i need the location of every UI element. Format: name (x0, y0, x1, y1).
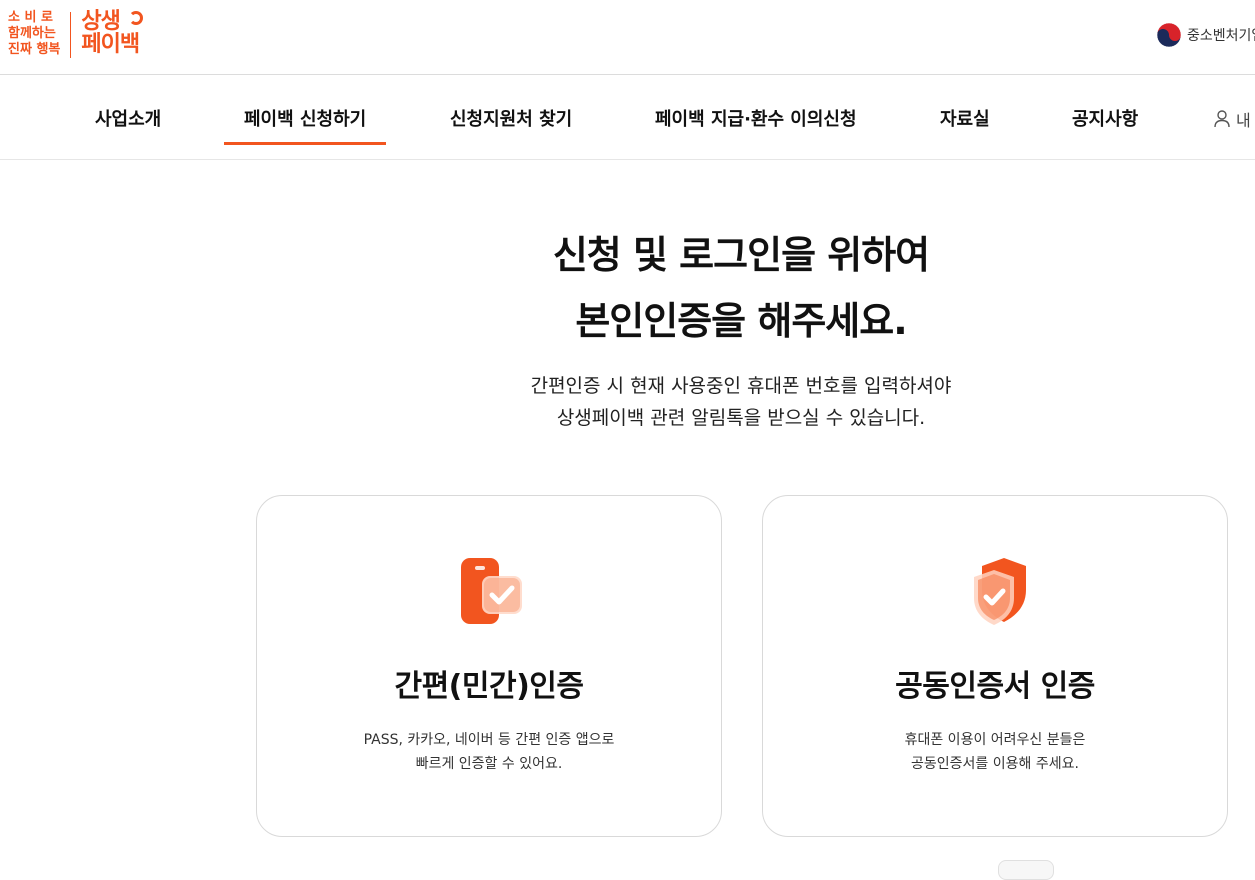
my-page-label: 내 (1236, 111, 1251, 130)
page-subtitle: 간편인증 시 현재 사용중인 휴대폰 번호를 입력하셔야 상생페이백 관련 알림… (0, 370, 1255, 434)
simple-auth-title: 간편(민간)인증 (394, 669, 584, 704)
nav-item-apply[interactable]: 페이백 신청하기 (223, 105, 387, 145)
page-title-line: 신청 및 로그인을 위하여 (552, 233, 930, 277)
simple-auth-desc-line: PASS, 카카오, 네이버 등 간편 인증 앱으로 (363, 732, 615, 748)
certificate-auth-card[interactable]: 공동인증서 인증 휴대폰 이용이 어려우신 분들은 공동인증서를 이용해 주세요… (762, 495, 1228, 837)
logo-divider (70, 12, 72, 58)
korea-emblem-icon (1156, 22, 1182, 48)
simple-auth-description: PASS, 카카오, 네이버 등 간편 인증 앱으로 빠르게 인증할 수 있어요… (257, 728, 721, 776)
slogan-line: 함께하는 (8, 26, 56, 41)
nav-item-library[interactable]: 자료실 (940, 105, 990, 131)
site-logo[interactable]: 소 비 로 함께하는 진짜 행복 상생 페이백 (8, 10, 144, 62)
mobile-check-icon (461, 558, 522, 624)
scroll-top-button[interactable] (998, 860, 1054, 880)
ministry-link[interactable]: 중소벤처기업 (1156, 22, 1255, 48)
logo-slogan: 소 비 로 함께하는 진짜 행복 (8, 10, 60, 58)
certificate-auth-desc-line: 공동인증서를 이용해 주세요. (911, 756, 1079, 772)
shield-check-icon (974, 558, 1026, 625)
certificate-auth-desc-line: 휴대폰 이용이 어려우신 분들은 (904, 732, 1086, 748)
simple-auth-card[interactable]: 간편(민간)인증 PASS, 카카오, 네이버 등 간편 인증 앱으로 빠르게 … (256, 495, 722, 837)
nav-item-find-store[interactable]: 신청지원처 찾기 (450, 105, 572, 131)
return-arrow-icon (129, 11, 144, 25)
certificate-auth-title: 공동인증서 인증 (895, 669, 1095, 704)
ministry-label: 중소벤처기업 (1187, 28, 1255, 44)
main-nav: 사업소개 페이백 신청하기 신청지원처 찾기 페이백 지급·환수 이의신청 자료… (0, 75, 1255, 160)
my-page-link[interactable]: 내 (1214, 107, 1251, 131)
top-bar: 소 비 로 함께하는 진짜 행복 상생 페이백 중소벤처기업 (0, 0, 1255, 75)
slogan-line: 소 비 로 (8, 10, 53, 25)
page-title: 신청 및 로그인을 위하여 본인인증을 해주세요. (0, 222, 1255, 354)
logo-brand: 상생 페이백 (81, 10, 144, 57)
page-subtitle-line: 상생페이백 관련 알림톡을 받으실 수 있습니다. (556, 407, 926, 429)
certificate-auth-description: 휴대폰 이용이 어려우신 분들은 공동인증서를 이용해 주세요. (763, 728, 1227, 776)
simple-auth-desc-line: 빠르게 인증할 수 있어요. (415, 756, 563, 772)
page-subtitle-line: 간편인증 시 현재 사용중인 휴대폰 번호를 입력하셔야 (530, 375, 952, 397)
nav-item-notice[interactable]: 공지사항 (1072, 105, 1138, 131)
slogan-line: 진짜 행복 (8, 42, 61, 57)
brand-line: 페이백 (81, 32, 140, 57)
user-icon (1214, 110, 1230, 128)
nav-item-intro[interactable]: 사업소개 (95, 105, 161, 131)
nav-item-objection[interactable]: 페이백 지급·환수 이의신청 (655, 105, 857, 131)
page-title-line: 본인인증을 해주세요. (575, 299, 907, 343)
